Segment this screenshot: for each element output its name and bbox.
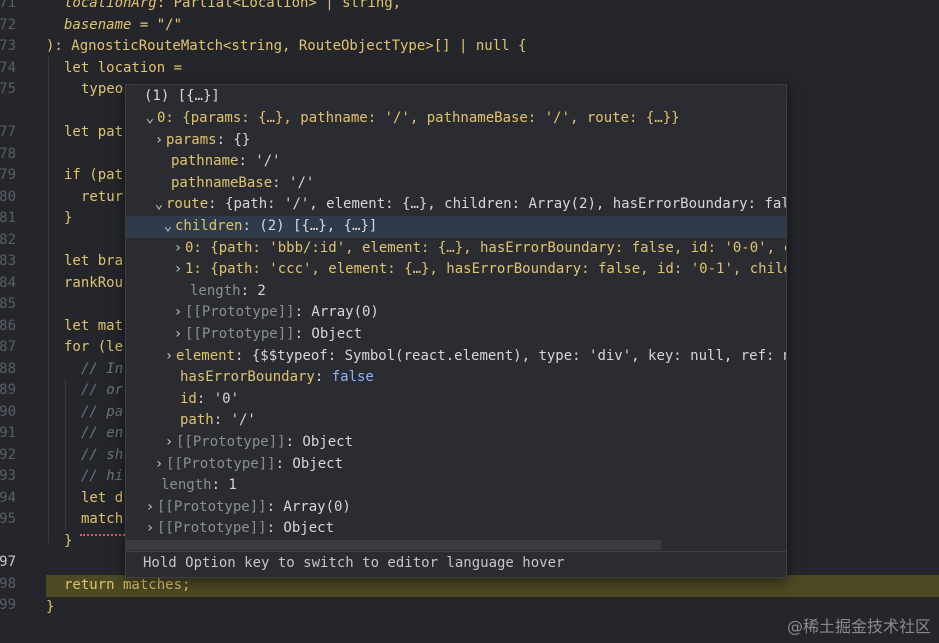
code-line-77[interactable]: let pat bbox=[64, 122, 123, 144]
line-number: 85 bbox=[0, 296, 16, 312]
line-number: 80 bbox=[0, 188, 16, 205]
chevron-down-icon[interactable]: ⌄ bbox=[143, 108, 157, 130]
code-line-83[interactable]: let bra bbox=[64, 251, 123, 273]
code-line-73[interactable]: ): AgnosticRouteMatch<string, RouteObjec… bbox=[46, 36, 526, 58]
chevron-right-icon[interactable]: › bbox=[143, 497, 157, 519]
chevron-right-icon[interactable]: › bbox=[171, 302, 185, 324]
line-number: 90 bbox=[0, 403, 16, 420]
tree-row-path[interactable]: path: '/' bbox=[180, 410, 786, 432]
watermark: @稀土掘金技术社区 bbox=[786, 617, 931, 636]
line-number: 73 bbox=[0, 38, 16, 54]
hover-header: (1) [{…}] bbox=[144, 88, 220, 104]
code-line-99[interactable]: } bbox=[46, 597, 54, 619]
code-line-95[interactable]: match bbox=[81, 509, 123, 531]
tree-row-prototype[interactable]: › [[Prototype]]: Array(0) bbox=[171, 302, 786, 324]
tree-row-hasErrorBoundary[interactable]: hasErrorBoundary: false bbox=[180, 367, 786, 389]
chevron-right-icon[interactable]: › bbox=[171, 324, 185, 346]
code-line-79[interactable]: if (pat bbox=[64, 165, 123, 187]
line-number: 74 bbox=[0, 59, 16, 76]
tree-row-prototype[interactable]: › [[Prototype]]: Array(0) bbox=[143, 497, 786, 519]
code-line-91[interactable]: // en bbox=[81, 423, 123, 445]
code-line-80[interactable]: retur bbox=[81, 187, 123, 209]
tree-row-prototype[interactable]: › [[Prototype]]: Object bbox=[162, 432, 786, 454]
tree-row-id[interactable]: id: '0' bbox=[180, 389, 786, 411]
code-line-71[interactable]: locationArg: Partial<Location> | string, bbox=[64, 0, 401, 15]
horizontal-scrollbar[interactable] bbox=[126, 540, 661, 550]
chevron-right-icon[interactable]: › bbox=[171, 259, 185, 281]
error-squiggle bbox=[80, 531, 125, 536]
tree-row-prototype[interactable]: › [[Prototype]]: Object bbox=[171, 324, 786, 346]
line-number: 86 bbox=[0, 317, 16, 334]
chevron-down-icon[interactable]: ⌄ bbox=[161, 216, 175, 238]
chevron-right-icon[interactable]: › bbox=[162, 432, 176, 454]
line-number: 94 bbox=[0, 489, 16, 506]
chevron-right-icon[interactable]: › bbox=[152, 130, 166, 152]
line-number: 78 bbox=[0, 145, 16, 162]
line-number: 99 bbox=[0, 597, 16, 613]
line-number: 84 bbox=[0, 274, 16, 291]
chevron-right-icon[interactable]: › bbox=[171, 238, 185, 260]
line-number: 98 bbox=[0, 575, 16, 592]
tree-row-element[interactable]: › element: {$$typeof: Symbol(react.elemen… bbox=[162, 346, 786, 368]
code-line-86[interactable]: let mat bbox=[64, 316, 123, 338]
tree-row-item-0[interactable]: ⌄ 0: {params: {…}, pathname: '/', pathnam… bbox=[143, 108, 786, 130]
tree-row-prototype[interactable]: › [[Prototype]]: Object bbox=[152, 454, 786, 476]
line-number-gutter: 71 72 73 74 75 77 78 79 80 81 82 83 84 8… bbox=[0, 0, 16, 643]
code-line-94[interactable]: let d bbox=[81, 488, 123, 510]
tree-row-children[interactable]: ⌄ children: (2) [{…}, {…}] bbox=[126, 216, 786, 238]
code-line-72[interactable]: basename = "/" bbox=[64, 15, 182, 37]
line-number: 82 bbox=[0, 231, 16, 248]
tree-row-child-0[interactable]: › 0: {path: 'bbb/:id', element: {…}, hasE… bbox=[171, 238, 786, 260]
line-number: 87 bbox=[0, 339, 16, 355]
tree-row-pathname[interactable]: pathname: '/' bbox=[171, 151, 786, 173]
line-number: 83 bbox=[0, 253, 16, 269]
code-line-74[interactable]: let location = bbox=[64, 58, 182, 80]
tree-row-child-1[interactable]: › 1: {path: 'ccc', element: {…}, hasError… bbox=[171, 259, 786, 281]
line-number: 75 bbox=[0, 81, 16, 97]
code-line-89[interactable]: // or bbox=[81, 380, 123, 402]
code-line-88[interactable]: // In bbox=[81, 359, 123, 381]
hover-footer: Hold Option key to switch to editor lang… bbox=[126, 551, 786, 577]
line-number: 79 bbox=[0, 167, 16, 183]
code-line-81[interactable]: } bbox=[64, 208, 72, 230]
line-number: 91 bbox=[0, 425, 16, 441]
hover-footer-hint: Hold Option key to switch to editor lang… bbox=[143, 555, 565, 571]
code-line-92[interactable]: // sh bbox=[81, 445, 123, 467]
tree-row-length[interactable]: length: 1 bbox=[161, 475, 786, 497]
debug-hover-widget[interactable]: (1) [{…}] ⌄ 0: {params: {…}, pathname: '/… bbox=[125, 84, 787, 578]
code-line-87[interactable]: for (le bbox=[64, 337, 123, 359]
line-number: 93 bbox=[0, 468, 16, 484]
code-line-96[interactable]: } bbox=[64, 531, 72, 553]
chevron-right-icon[interactable]: › bbox=[143, 518, 157, 540]
line-number: 92 bbox=[0, 446, 16, 463]
tree-row-prototype[interactable]: › [[Prototype]]: Object bbox=[143, 518, 786, 540]
line-number: 88 bbox=[0, 360, 16, 377]
line-number: 72 bbox=[0, 16, 16, 33]
chevron-right-icon[interactable]: › bbox=[152, 454, 166, 476]
code-line-75[interactable]: typeo bbox=[81, 79, 123, 101]
line-number-current: 97 bbox=[0, 554, 16, 570]
code-line-98[interactable]: return matches; bbox=[64, 575, 190, 597]
chevron-right-icon[interactable]: › bbox=[162, 346, 176, 368]
chevron-down-icon[interactable]: ⌄ bbox=[152, 194, 166, 216]
line-number: 95 bbox=[0, 511, 16, 527]
code-line-90[interactable]: // pa bbox=[81, 402, 123, 424]
code-line-93[interactable]: // hi bbox=[81, 466, 123, 488]
indent-guide bbox=[65, 380, 66, 530]
line-number: 77 bbox=[0, 124, 16, 140]
tree-row-params[interactable]: › params: {} bbox=[152, 130, 786, 152]
indent-guide bbox=[48, 57, 49, 543]
tree-row-children-length[interactable]: length: 2 bbox=[190, 281, 786, 303]
line-number: 81 bbox=[0, 210, 16, 226]
code-line-84[interactable]: rankRou bbox=[64, 273, 123, 295]
tree-row-route[interactable]: ⌄ route: {path: '/', element: {…}, childr… bbox=[152, 194, 786, 216]
tree-row-pathnameBase[interactable]: pathnameBase: '/' bbox=[171, 173, 786, 195]
line-number: 71 bbox=[0, 0, 16, 11]
line-number: 89 bbox=[0, 382, 16, 398]
